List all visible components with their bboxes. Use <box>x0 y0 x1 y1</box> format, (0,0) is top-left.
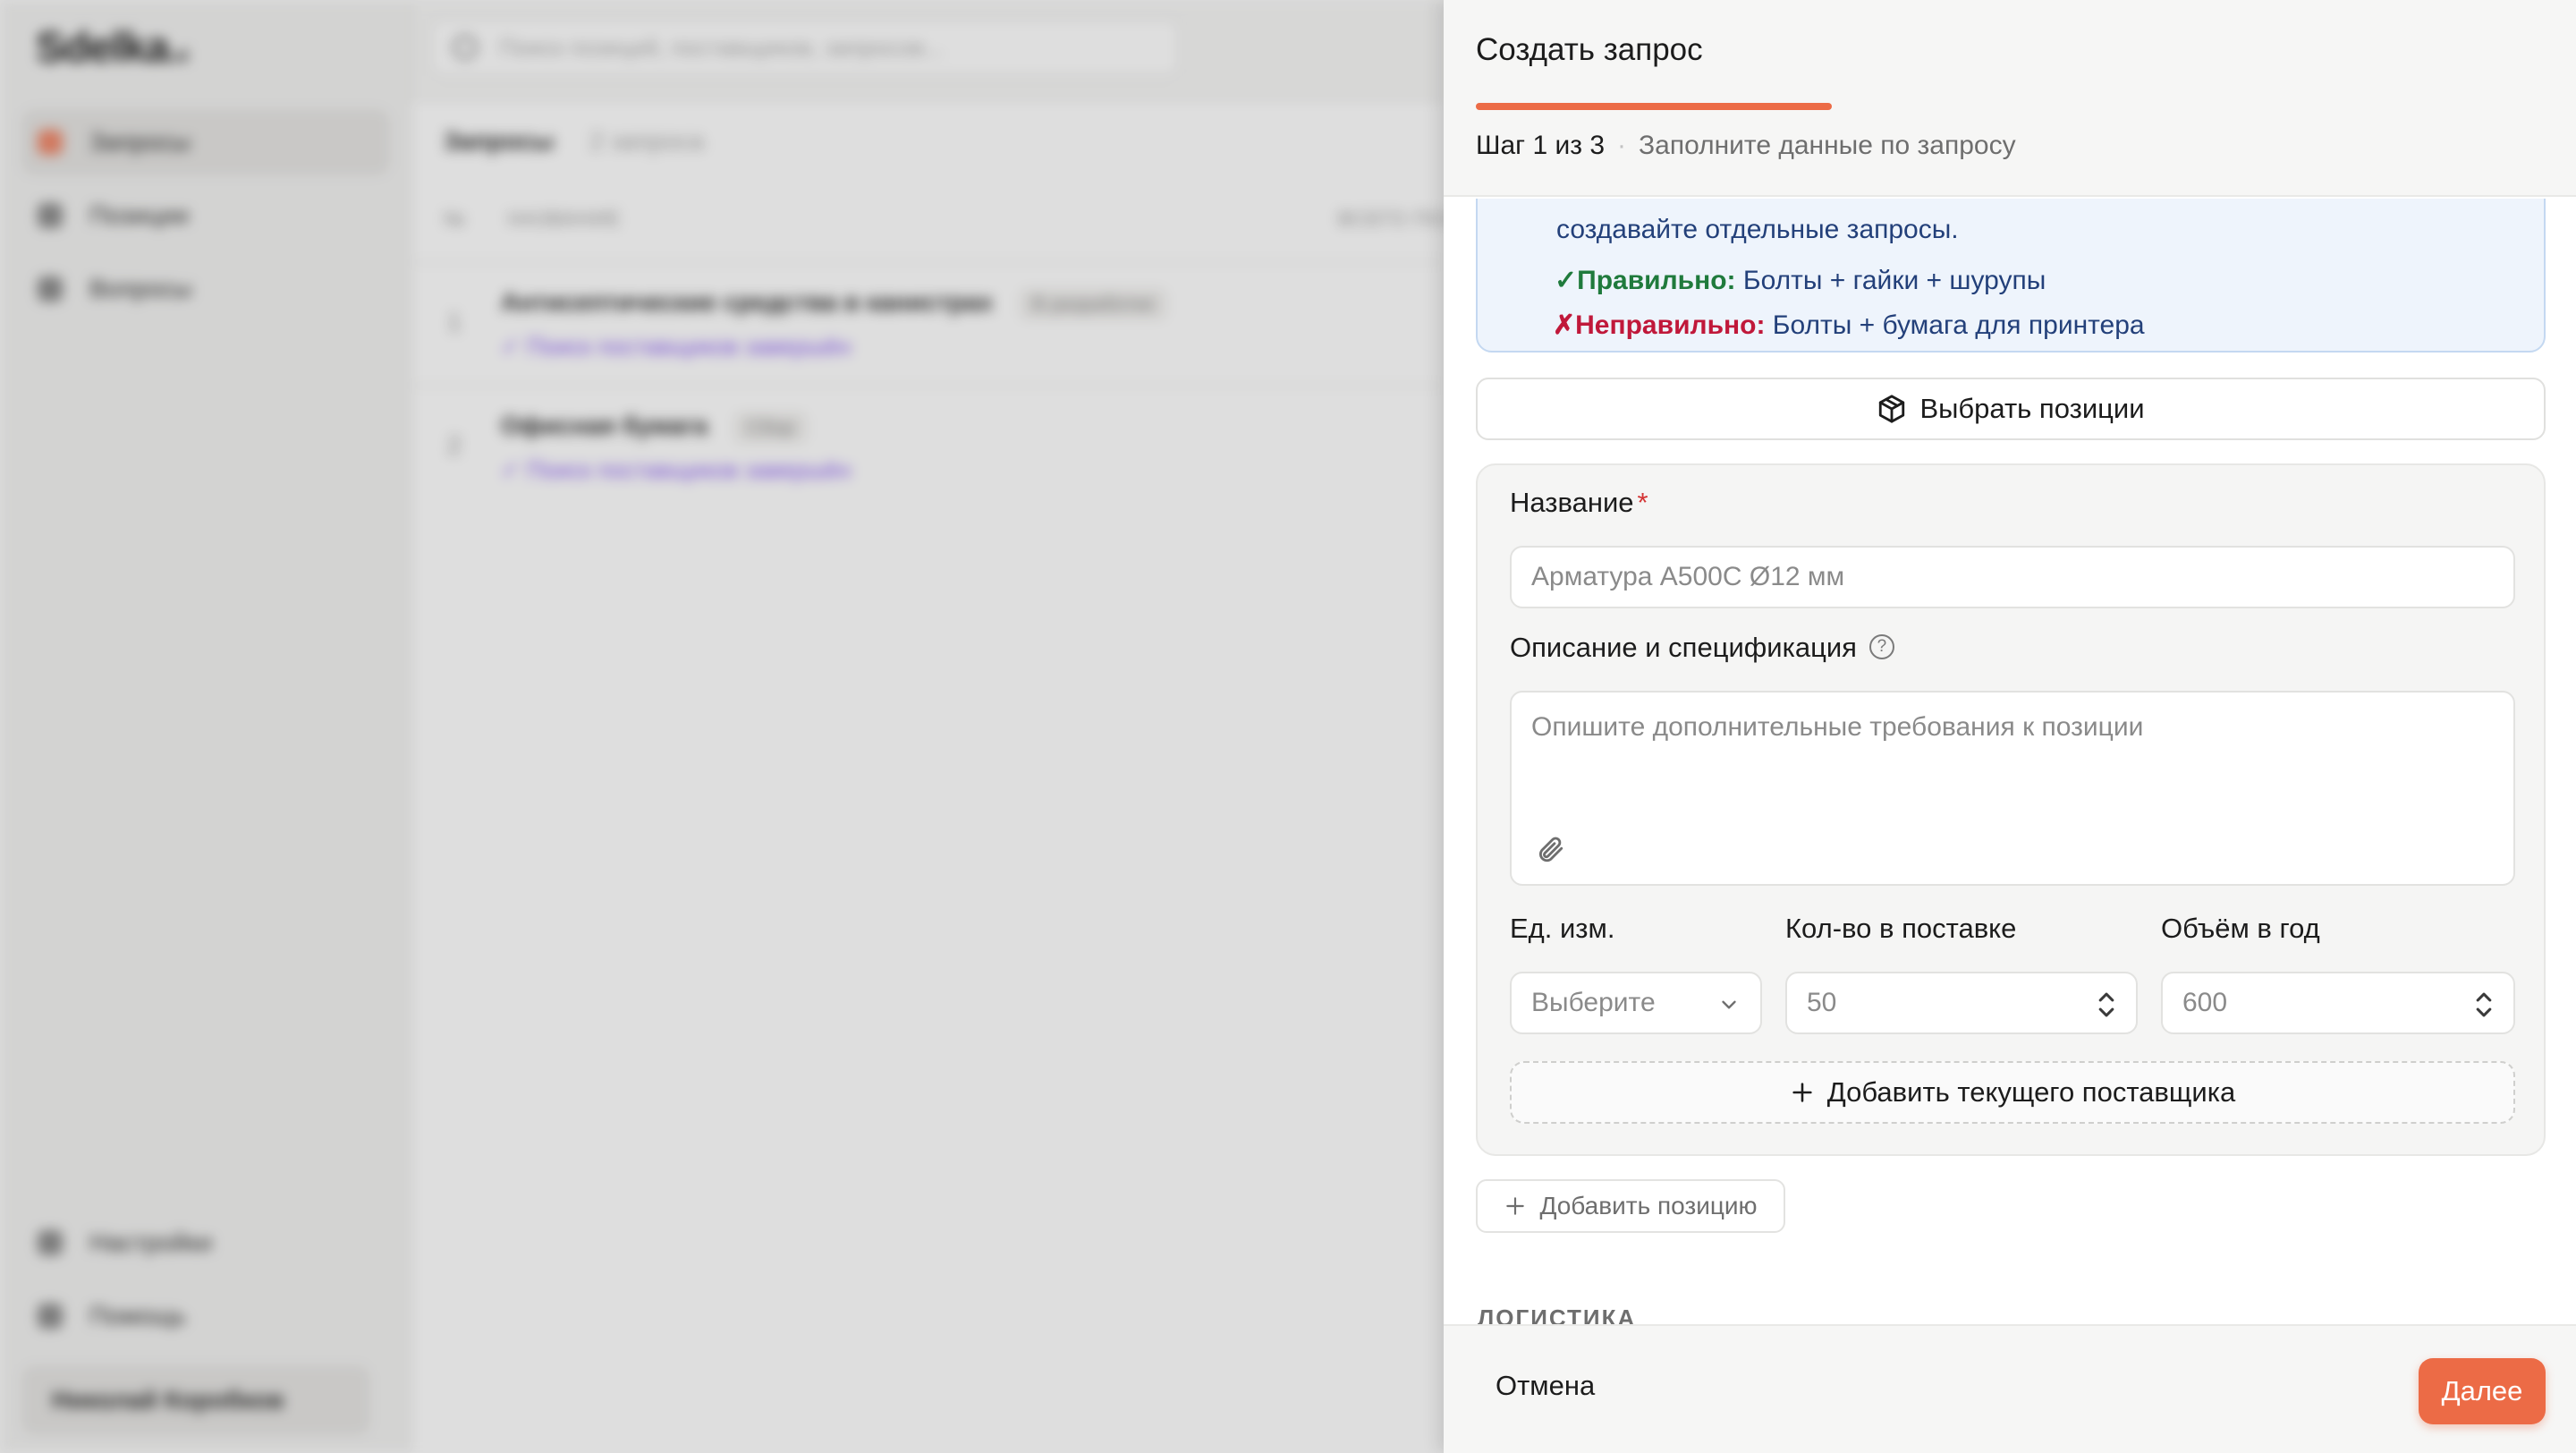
drawer-body[interactable]: создавайте отдельные запросы. ✓Правильно… <box>1444 199 2576 1324</box>
modal-overlay[interactable] <box>0 0 1444 1453</box>
drawer-title: Создать запрос <box>1476 32 1703 67</box>
unit-label: Ед. изм. <box>1510 913 1615 944</box>
description-label: Описание и спецификация? <box>1510 632 1894 664</box>
quantity-label: Кол-во в поставке <box>1785 913 2017 944</box>
unit-select[interactable]: Выберите <box>1510 972 1762 1034</box>
name-label: Название * <box>1510 487 1648 518</box>
stepper-arrows-icon[interactable] <box>2474 990 2494 1020</box>
info-callout: создавайте отдельные запросы. ✓Правильно… <box>1476 199 2546 353</box>
create-request-drawer: Создать запрос Шаг 1 из 3 · Заполните данн… <box>1444 0 2576 1453</box>
step-progress-bar <box>1476 103 2544 110</box>
annual-volume-stepper[interactable]: 600 <box>2161 972 2515 1034</box>
stepper-arrows-icon[interactable] <box>2097 990 2116 1020</box>
select-positions-label: Выбрать позиции <box>1919 393 2145 424</box>
quantity-stepper[interactable]: 50 <box>1785 972 2138 1034</box>
add-position-button[interactable]: Добавить позицию <box>1476 1179 1785 1233</box>
description-textarea[interactable]: Опишите дополнительные требования к пози… <box>1510 691 2515 886</box>
add-current-supplier-button[interactable]: Добавить текущего поставщика <box>1510 1061 2515 1124</box>
step-progress-fill <box>1476 103 1832 110</box>
annual-volume-label: Объём в год <box>2161 913 2320 944</box>
required-mark: * <box>1637 487 1648 518</box>
info-correct-example: ✓Правильно: Болты + гайки + шурупы <box>1555 266 2046 295</box>
plus-icon <box>1506 1197 1525 1215</box>
select-positions-button[interactable]: Выбрать позиции <box>1476 378 2546 440</box>
step-description: Заполните данные по запросу <box>1639 131 2016 160</box>
info-wrong-example: ✗Неправильно: Болты + бумага для принтер… <box>1553 310 2145 340</box>
plus-icon <box>1792 1083 1812 1102</box>
package-icon <box>1879 395 1905 423</box>
step-number: Шаг 1 из 3 <box>1476 131 1606 160</box>
position-card: Название * Арматура А500С Ø12 мм Описание… <box>1476 463 2546 1156</box>
info-text: создавайте отдельные запросы. <box>1556 215 1959 244</box>
help-icon[interactable]: ? <box>1868 633 1894 659</box>
logistics-section-title: ЛОГИСТИКА <box>1478 1304 1637 1324</box>
drawer-footer: Отмена Далее <box>1444 1324 2576 1453</box>
drawer-header: Создать запрос Шаг 1 из 3 · Заполните данн… <box>1444 0 2576 197</box>
paperclip-icon[interactable] <box>1535 834 1565 864</box>
name-input[interactable]: Арматура А500С Ø12 мм <box>1510 546 2515 608</box>
cancel-button[interactable]: Отмена <box>1476 1355 1614 1417</box>
chevron-down-icon <box>1722 1000 1736 1009</box>
check-icon: ✓ <box>1555 266 1578 295</box>
cross-icon: ✗ <box>1553 310 1576 340</box>
step-indicator: Шаг 1 из 3 · Заполните данные по запросу <box>1476 131 2016 160</box>
next-button[interactable]: Далее <box>2419 1358 2546 1424</box>
